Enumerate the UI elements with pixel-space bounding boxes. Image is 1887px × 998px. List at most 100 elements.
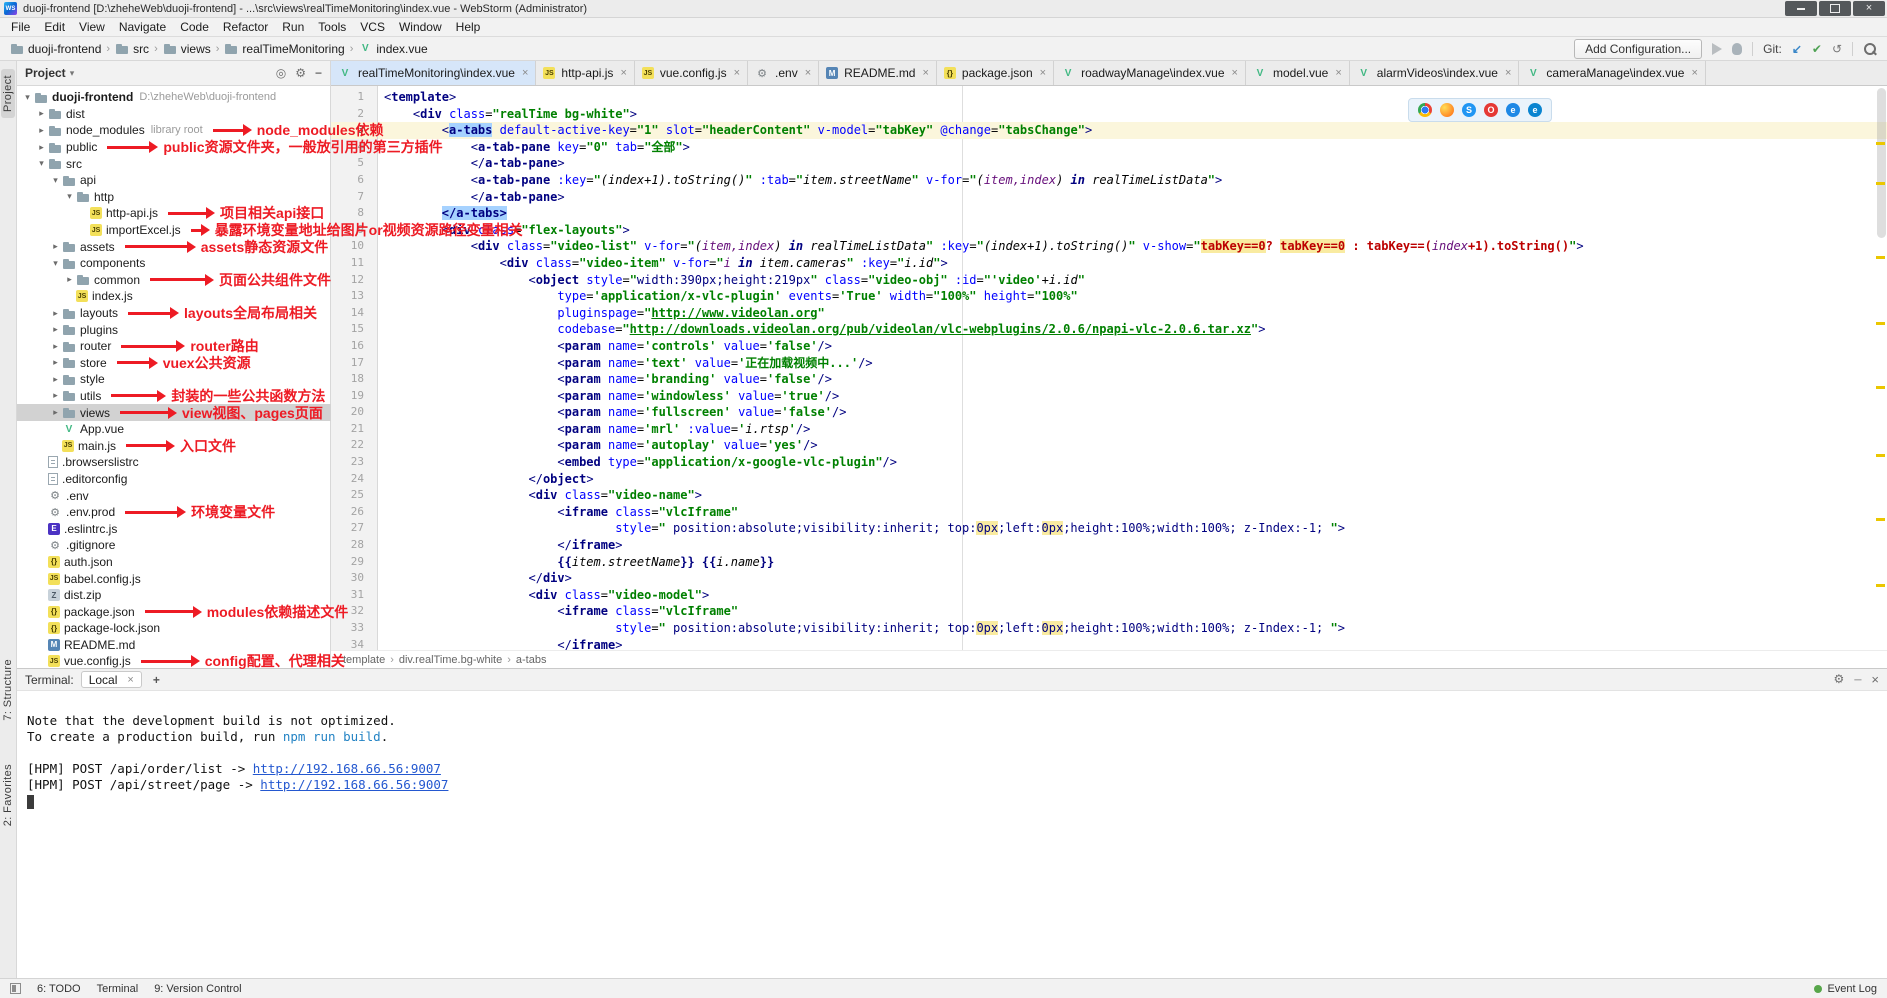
warning-stripe-mark[interactable] (1876, 518, 1885, 521)
tree-collapsed-arrow-icon[interactable]: ▸ (49, 357, 62, 368)
tree-item-plugins[interactable]: ▸plugins (17, 321, 330, 338)
tree-item-assets[interactable]: ▸assetsassets静态资源文件 (17, 238, 330, 255)
tree-collapsed-arrow-icon[interactable]: ▸ (49, 308, 62, 319)
tree-item-main-js[interactable]: main.js入口文件 (17, 437, 330, 454)
tree-item-api[interactable]: ▾api (17, 172, 330, 189)
tab-close-icon[interactable]: × (1232, 67, 1238, 79)
git-update-icon[interactable] (1792, 42, 1802, 56)
tab-close-icon[interactable]: × (1335, 67, 1341, 79)
search-icon[interactable] (1863, 42, 1877, 56)
close-button[interactable] (1853, 1, 1885, 16)
menu-view[interactable]: View (72, 18, 112, 36)
tree-item-public[interactable]: ▸publicpublic资源文件夹，一般放引用的第三方插件 (17, 139, 330, 156)
editor-tab-readme-md[interactable]: README.md× (819, 61, 937, 85)
warning-stripe-mark[interactable] (1876, 454, 1885, 457)
tree-collapsed-arrow-icon[interactable]: ▸ (63, 274, 76, 285)
warning-stripe-mark[interactable] (1876, 584, 1885, 587)
tree-item-store[interactable]: ▸storevuex公共资源 (17, 355, 330, 372)
tree-item-views[interactable]: ▸viewsview视图、pages页面 (17, 404, 330, 421)
tree-collapsed-arrow-icon[interactable]: ▸ (49, 407, 62, 418)
tool-button-7-structure[interactable]: 7: Structure (1, 653, 15, 727)
tree-item-eslintrc-js[interactable]: .eslintrc.js (17, 520, 330, 537)
tree-item-package-lock-json[interactable]: package-lock.json (17, 620, 330, 637)
safari-browser-icon[interactable]: S (1462, 103, 1476, 117)
editor-tab-cameramanage-index-vue[interactable]: cameraManage\index.vue× (1519, 61, 1706, 85)
menu-edit[interactable]: Edit (37, 18, 72, 36)
git-commit-icon[interactable] (1812, 42, 1822, 56)
terminal-settings-icon[interactable] (1834, 672, 1845, 687)
terminal-tab-local[interactable]: Local (81, 671, 142, 688)
code-area[interactable]: <template> <div class="realTime bg-white… (378, 86, 1887, 650)
status-terminal[interactable]: Terminal (97, 983, 139, 995)
edge-browser-icon[interactable]: e (1528, 103, 1542, 117)
tree-expanded-arrow-icon[interactable]: ▾ (49, 175, 62, 186)
tree-item-duoji-frontend[interactable]: ▾duoji-frontendD:\zheheWeb\duoji-fronten… (17, 89, 330, 106)
tree-expanded-arrow-icon[interactable]: ▾ (63, 191, 76, 202)
project-view-selector[interactable]: Project (25, 66, 66, 80)
tree-item-vue-config-js[interactable]: vue.config.jsconfig配置、代理相关 (17, 653, 330, 670)
tree-item-src[interactable]: ▾src (17, 155, 330, 172)
editor-tab-roadwaymanage-index-vue[interactable]: roadwayManage\index.vue× (1054, 61, 1246, 85)
maximize-button[interactable] (1819, 1, 1851, 16)
editor-breadcrumb-div-realtime-bg-white[interactable]: div.realTime.bg-white (399, 654, 502, 666)
editor-tab-http-api-js[interactable]: http-api.js× (536, 61, 634, 85)
tab-close-icon[interactable] (127, 674, 133, 686)
tree-item-package-json[interactable]: package.jsonmodules依赖描述文件 (17, 603, 330, 620)
tree-collapsed-arrow-icon[interactable]: ▸ (49, 324, 62, 335)
tab-close-icon[interactable]: × (620, 67, 626, 79)
breadcrumb-item-realtimemonitoring[interactable]: realTimeMonitoring (224, 42, 344, 56)
ie-browser-icon[interactable]: e (1506, 103, 1520, 117)
tool-button-2-favorites[interactable]: 2: Favorites (1, 758, 15, 832)
locate-file-icon[interactable] (276, 66, 286, 80)
terminal-link[interactable]: http://192.168.66.56:9007 (253, 761, 441, 776)
debug-icon[interactable] (1732, 43, 1742, 55)
menu-file[interactable]: File (4, 18, 37, 36)
menu-run[interactable]: Run (275, 18, 311, 36)
terminal-minimize-icon[interactable] (1854, 672, 1861, 687)
tree-item-babel-config-js[interactable]: babel.config.js (17, 570, 330, 587)
editor-tab-vue-config-js[interactable]: vue.config.js× (635, 61, 748, 85)
tree-expanded-arrow-icon[interactable]: ▾ (35, 158, 48, 169)
tree-item-auth-json[interactable]: auth.json (17, 554, 330, 571)
menu-navigate[interactable]: Navigate (112, 18, 173, 36)
tree-collapsed-arrow-icon[interactable]: ▸ (35, 142, 48, 153)
tree-item-browserslistrc[interactable]: .browserslistrc (17, 454, 330, 471)
tree-item-common[interactable]: ▸common页面公共组件文件 (17, 272, 330, 289)
warning-stripe-mark[interactable] (1876, 142, 1885, 145)
warning-stripe-mark[interactable] (1876, 256, 1885, 259)
tree-item-editorconfig[interactable]: .editorconfig (17, 471, 330, 488)
minimize-button[interactable] (1785, 1, 1817, 16)
editor-tab-package-json[interactable]: package.json× (937, 61, 1054, 85)
tree-item-env-prod[interactable]: .env.prod环境变量文件 (17, 504, 330, 521)
chevron-down-icon[interactable] (70, 68, 75, 79)
add-configuration-button[interactable]: Add Configuration... (1574, 39, 1702, 59)
menu-refactor[interactable]: Refactor (216, 18, 275, 36)
breadcrumb-item-duoji-frontend[interactable]: duoji-frontend (10, 42, 101, 56)
warning-stripe-mark[interactable] (1876, 322, 1885, 325)
editor-tab-env[interactable]: .env× (748, 61, 819, 85)
status-9-version-control[interactable]: 9: Version Control (154, 983, 241, 995)
tab-close-icon[interactable]: × (922, 67, 928, 79)
chrome-browser-icon[interactable] (1418, 103, 1432, 117)
tree-item-app-vue[interactable]: App.vue (17, 421, 330, 438)
tab-close-icon[interactable]: × (522, 67, 528, 79)
editor-tab-model-vue[interactable]: model.vue× (1246, 61, 1350, 85)
gear-icon[interactable] (295, 66, 306, 80)
tree-collapsed-arrow-icon[interactable]: ▸ (49, 241, 62, 252)
status-6-todo[interactable]: 6: TODO (37, 983, 81, 995)
toolwindow-switcher-icon[interactable] (10, 983, 21, 994)
tab-close-icon[interactable]: × (1691, 67, 1697, 79)
hide-panel-icon[interactable] (315, 66, 322, 80)
git-rollback-icon[interactable] (1832, 42, 1842, 56)
editor-breadcrumb-a-tabs[interactable]: a-tabs (516, 654, 547, 666)
tree-collapsed-arrow-icon[interactable]: ▸ (49, 374, 62, 385)
opera-browser-icon[interactable]: O (1484, 103, 1498, 117)
new-terminal-button[interactable]: + (149, 673, 164, 687)
firefox-browser-icon[interactable] (1440, 103, 1454, 117)
warning-stripe-mark[interactable] (1876, 182, 1885, 185)
tab-close-icon[interactable]: × (1505, 67, 1511, 79)
tree-expanded-arrow-icon[interactable]: ▾ (21, 92, 34, 103)
menu-vcs[interactable]: VCS (353, 18, 392, 36)
editor-tab-alarmvideos-index-vue[interactable]: alarmVideos\index.vue× (1350, 61, 1520, 85)
run-icon[interactable] (1712, 43, 1722, 55)
